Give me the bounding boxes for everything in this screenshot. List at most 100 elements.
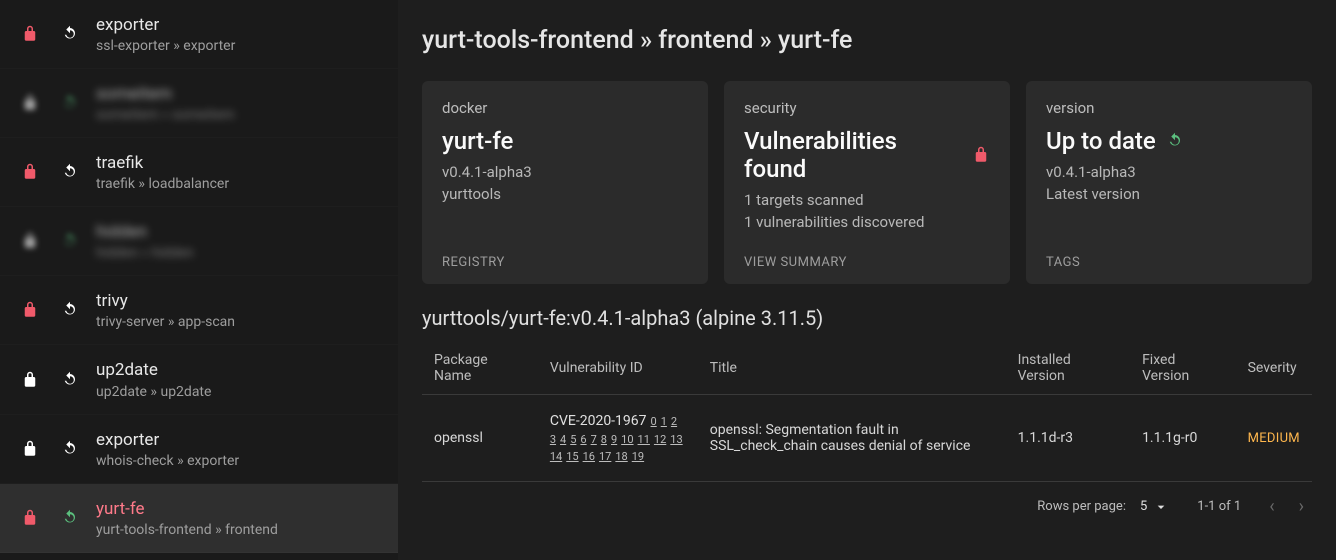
sidebar-item-sub: ssl-exporter » exporter (96, 38, 235, 54)
vuln-ref-link[interactable]: 14 (550, 450, 562, 463)
rows-per-page-select[interactable]: 5 (1140, 499, 1169, 515)
prev-page-button[interactable]: ‹ (1269, 496, 1274, 517)
sidebar-item-trivy[interactable]: trivy trivy-server » app-scan (0, 276, 398, 345)
main-panel: yurt-tools-frontend » frontend » yurt-fe… (398, 0, 1336, 560)
sidebar-item-sub: trivy-server » app-scan (96, 314, 235, 330)
vuln-ref-link[interactable]: 3 (550, 433, 556, 446)
refresh-icon (56, 232, 84, 250)
refresh-icon (56, 371, 84, 389)
tags-link[interactable]: TAGS (1046, 235, 1292, 270)
vuln-ref-link[interactable]: 8 (601, 433, 607, 446)
sidebar-item-title: yurt-fe (96, 498, 278, 520)
version-current: v0.4.1-alpha3 (1046, 163, 1292, 181)
sidebar-item-sub: up2date » up2date (96, 384, 211, 400)
lock-icon (16, 440, 44, 458)
vuln-ref-link[interactable]: 1 (661, 415, 667, 428)
refresh-icon (56, 301, 84, 319)
sidebar-item-sub: whois-check » exporter (96, 453, 239, 469)
refresh-icon (56, 163, 84, 181)
cell-vuln: CVE-2020-1967 01234567891011121314151617… (538, 395, 698, 482)
sidebar-item-someitem[interactable]: someitem someitem » someitem (0, 69, 398, 138)
sidebar: exporterssl-exporter » exportersomeitems… (0, 0, 398, 560)
lock-icon (16, 371, 44, 389)
security-vulns: 1 vulnerabilities discovered (744, 213, 990, 231)
sidebar-item-sub: hidden » hidden (96, 245, 194, 261)
refresh-icon (1166, 132, 1184, 150)
col-severity[interactable]: Severity (1236, 342, 1312, 395)
vuln-ref-link[interactable]: 7 (591, 433, 597, 446)
cell-installed: 1.1.1d-r3 (1006, 395, 1130, 482)
col-vuln[interactable]: Vulnerability ID (538, 342, 698, 395)
vuln-ref-link[interactable]: 17 (599, 450, 611, 463)
vuln-ref-link[interactable]: 4 (560, 433, 566, 446)
version-label: version (1046, 99, 1292, 117)
sidebar-item-up2date[interactable]: up2dateup2date » up2date (0, 345, 398, 414)
sidebar-item-exporter[interactable]: exporter whois-check » exporter (0, 415, 398, 484)
vuln-ref-link[interactable]: 6 (580, 433, 586, 446)
refresh-icon (56, 509, 84, 527)
sidebar-item-yurt-fe[interactable]: yurt-fe yurt-tools-frontend » frontend (0, 484, 398, 553)
vuln-ref-link[interactable]: 13 (670, 433, 682, 446)
sidebar-item-title: exporter (96, 429, 239, 451)
sidebar-item-sub: traefik » loadbalancer (96, 176, 229, 192)
lock-icon (972, 146, 990, 164)
cve-id[interactable]: CVE-2020-1967 (550, 413, 647, 429)
vuln-ref-link[interactable]: 0 (651, 415, 657, 428)
lock-icon (16, 163, 44, 181)
sidebar-item-hidden[interactable]: hiddenhidden » hidden (0, 207, 398, 276)
vulnerability-table: Package Name Vulnerability ID Title Inst… (422, 342, 1312, 482)
vuln-ref-link[interactable]: 2 (671, 415, 677, 428)
sidebar-item-sub: yurt-tools-frontend » frontend (96, 522, 278, 538)
sidebar-item-traefik[interactable]: traefiktraefik » loadbalancer (0, 138, 398, 207)
security-card[interactable]: security Vulnerabilities found 1 targets… (724, 81, 1010, 284)
cell-package: openssl (422, 395, 538, 482)
refresh-icon (56, 94, 84, 112)
chevron-down-icon (1153, 499, 1169, 515)
docker-card[interactable]: docker yurt-fe v0.4.1-alpha3 yurttools R… (422, 81, 708, 284)
version-title: Up to date (1046, 127, 1292, 155)
vuln-ref-link[interactable]: 18 (615, 450, 627, 463)
view-summary-link[interactable]: VIEW SUMMARY (744, 235, 990, 270)
lock-icon (16, 509, 44, 527)
vuln-ref-link[interactable]: 5 (570, 433, 576, 446)
lock-icon (16, 232, 44, 250)
col-package[interactable]: Package Name (422, 342, 538, 395)
refresh-icon (56, 25, 84, 43)
vuln-ref-link[interactable]: 12 (654, 433, 666, 446)
cell-title: openssl: Segmentation fault in SSL_check… (698, 395, 1006, 482)
next-page-button[interactable]: › (1299, 496, 1304, 517)
rows-per-page-label: Rows per page: (1037, 499, 1126, 514)
docker-label: docker (442, 99, 688, 117)
sidebar-item-title: trivy (96, 290, 235, 312)
sidebar-item-exporter[interactable]: exporter ssl-exporter » exporter (0, 0, 398, 69)
vuln-ref-link[interactable]: 19 (632, 450, 644, 463)
vuln-ref-link[interactable]: 15 (566, 450, 578, 463)
docker-title: yurt-fe (442, 127, 688, 155)
breadcrumb: yurt-tools-frontend » frontend » yurt-fe (422, 26, 1312, 55)
version-latest: Latest version (1046, 185, 1292, 203)
security-title: Vulnerabilities found (744, 127, 990, 183)
pagination: Rows per page: 5 1-1 of 1 ‹ › (422, 482, 1312, 531)
summary-cards: docker yurt-fe v0.4.1-alpha3 yurttools R… (422, 81, 1312, 284)
docker-version: v0.4.1-alpha3 (442, 163, 688, 181)
cell-severity: MEDIUM (1236, 395, 1312, 482)
sidebar-item-title: exporter (96, 14, 235, 36)
docker-registry: yurttools (442, 185, 688, 203)
sidebar-item-title: someitem (96, 83, 235, 105)
version-card[interactable]: version Up to date v0.4.1-alpha3 Latest … (1026, 81, 1312, 284)
sidebar-item-sub: someitem » someitem (96, 107, 235, 123)
security-label: security (744, 99, 990, 117)
col-fixed[interactable]: Fixed Version (1130, 342, 1236, 395)
table-row[interactable]: openssl CVE-2020-1967 012345678910111213… (422, 395, 1312, 482)
col-installed[interactable]: Installed Version (1006, 342, 1130, 395)
vuln-ref-link[interactable]: 16 (583, 450, 595, 463)
vuln-ref-link[interactable]: 9 (611, 433, 617, 446)
col-title[interactable]: Title (698, 342, 1006, 395)
cell-fixed: 1.1.1g-r0 (1130, 395, 1236, 482)
page-range: 1-1 of 1 (1197, 499, 1241, 514)
lock-icon (16, 94, 44, 112)
refresh-icon (56, 440, 84, 458)
vuln-ref-link[interactable]: 11 (638, 433, 650, 446)
registry-link[interactable]: REGISTRY (442, 235, 688, 270)
vuln-ref-link[interactable]: 10 (621, 433, 633, 446)
